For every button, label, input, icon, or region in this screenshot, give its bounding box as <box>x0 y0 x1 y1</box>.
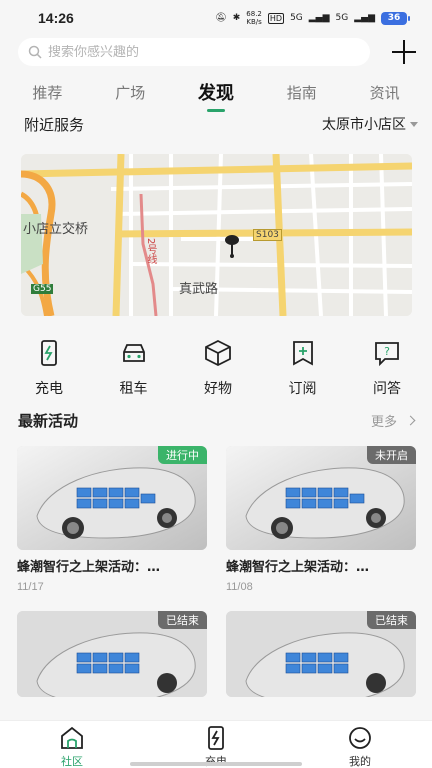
home-indicator[interactable] <box>130 762 302 766</box>
status-bar: 14:26 🔕︎ ✱ 68.2 KB/s HD 5G ▂▄▆ 5G ▂▄▆ 36 <box>0 0 432 36</box>
chevron-right-icon <box>405 415 416 425</box>
nav-profile[interactable]: 我的 <box>330 725 390 768</box>
top-bar <box>0 36 432 68</box>
activity-card[interactable]: 进行中 蜂潮智行之上架活动：… 11/17 <box>17 446 207 593</box>
search-icon <box>28 45 42 59</box>
bottom-nav: 社区 充电 我的 <box>0 720 432 768</box>
car-icon <box>122 344 145 362</box>
activity-image: 已结束 <box>226 611 416 697</box>
box-icon <box>205 339 231 367</box>
service-goods-label: 好物 <box>204 381 232 397</box>
more-label: 更多 <box>370 414 397 430</box>
service-charge[interactable]: 充电 <box>18 338 80 398</box>
activity-image: 已结束 <box>17 611 207 697</box>
map-label-route: 2号线 <box>145 238 156 265</box>
signal-icon-2: 5G <box>335 13 349 23</box>
status-badge: 已结束 <box>367 611 416 629</box>
map-view[interactable]: 小店立交桥 真武路 2号线 S103 G55 <box>21 154 412 316</box>
activities-title: 最新活动 <box>18 411 79 430</box>
map-label-interchange: 小店立交桥 <box>23 222 89 237</box>
activity-image: 未开启 <box>226 446 416 550</box>
signal-bars-icon: ▂▄▆ <box>308 13 330 23</box>
charge-icon <box>208 726 224 750</box>
status-badge: 未开启 <box>367 446 416 464</box>
search-input[interactable] <box>48 44 360 60</box>
tab-discover[interactable]: 发现 <box>190 72 242 112</box>
service-rent-label: 租车 <box>119 381 148 397</box>
status-badge: 已结束 <box>158 611 207 629</box>
status-badge: 进行中 <box>158 446 207 464</box>
service-grid: 充电 租车 好物 订阅 ? 问答 <box>0 338 432 398</box>
activity-card[interactable]: 未开启 蜂潮智行之上架活动：… 11/08 <box>226 446 416 593</box>
nearby-title: 附近服务 <box>24 115 85 134</box>
service-qa[interactable]: ? 问答 <box>356 338 418 398</box>
charge-icon <box>41 340 57 366</box>
service-rent[interactable]: 租车 <box>103 338 165 398</box>
activity-image: 进行中 <box>17 446 207 550</box>
activity-title: 蜂潮智行之上架活动：… <box>17 560 161 575</box>
home-icon <box>61 726 83 749</box>
signal-icon-1: 5G <box>290 13 303 23</box>
service-subscribe[interactable]: 订阅 <box>272 338 334 398</box>
activities-header: 最新活动 更多 <box>18 408 416 432</box>
caret-down-icon <box>410 121 418 127</box>
subscribe-icon <box>292 341 313 366</box>
activity-card[interactable]: 已结束 <box>226 611 416 697</box>
more-link[interactable]: 更多 <box>370 411 416 430</box>
nav-profile-label: 我的 <box>349 755 371 768</box>
location-label: 太原市小店区 <box>322 117 406 133</box>
service-goods[interactable]: 好物 <box>187 338 249 398</box>
svg-text:?: ? <box>384 345 390 358</box>
activity-title: 蜂潮智行之上架活动：… <box>226 560 370 575</box>
hd-badge: HD <box>267 12 285 24</box>
tab-recommend[interactable]: 推荐 <box>24 72 70 112</box>
add-icon[interactable] <box>392 40 416 64</box>
tab-square[interactable]: 广场 <box>107 72 153 112</box>
service-subscribe-label: 订阅 <box>288 381 317 397</box>
net-speed-value: 68.2 <box>246 10 262 18</box>
tab-guide[interactable]: 指南 <box>279 72 325 112</box>
status-icons: 🔕︎ ✱ 68.2 KB/s HD 5G ▂▄▆ 5G ▂▄▆ 36 <box>215 10 410 26</box>
activity-card[interactable]: 已结束 <box>17 611 207 697</box>
mute-icon: 🔕︎ <box>215 13 227 23</box>
signal-bars-icon-2: ▂▄▆ <box>354 13 375 23</box>
nearby-header: 附近服务 太原市小店区 <box>24 112 418 136</box>
nav-community-label: 社区 <box>61 755 83 768</box>
search-box[interactable] <box>18 38 370 66</box>
qa-icon: ? <box>375 342 399 367</box>
battery-level: 36 <box>381 11 407 25</box>
battery-icon: 36 <box>381 11 410 25</box>
status-time: 14:26 <box>38 10 74 26</box>
map-label-g55: G55 <box>31 284 54 294</box>
tab-news[interactable]: 资讯 <box>362 72 408 112</box>
service-charge-label: 充电 <box>35 381 63 397</box>
tab-bar: 推荐 广场 发现 指南 资讯 <box>0 72 432 112</box>
smile-icon <box>349 727 371 749</box>
map-label-s103: S103 <box>253 229 282 241</box>
service-qa-label: 问答 <box>373 381 401 397</box>
net-speed: 68.2 KB/s <box>246 10 262 26</box>
nav-community[interactable]: 社区 <box>42 725 102 768</box>
location-selector[interactable]: 太原市小店区 <box>322 114 418 134</box>
activity-date: 11/08 <box>226 581 253 593</box>
bluetooth-icon: ✱ <box>232 13 241 23</box>
net-speed-unit: KB/s <box>246 18 262 26</box>
activity-date: 11/17 <box>17 581 44 593</box>
map-label-road: 真武路 <box>179 282 219 297</box>
